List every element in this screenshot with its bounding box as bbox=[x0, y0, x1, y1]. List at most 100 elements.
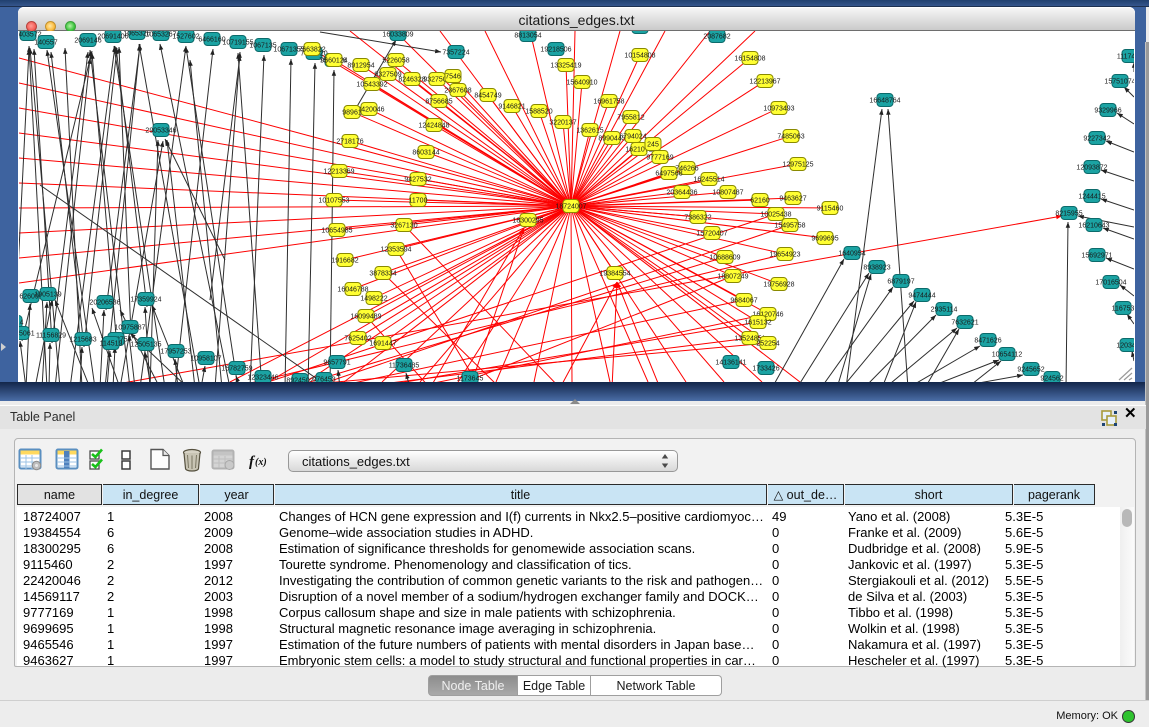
svg-text:12213369: 12213369 bbox=[323, 169, 354, 176]
svg-text:140557: 140557 bbox=[34, 40, 57, 47]
svg-text:17359924: 17359924 bbox=[130, 297, 161, 304]
svg-text:8454749: 8454749 bbox=[474, 93, 501, 100]
svg-text:1173645: 1173645 bbox=[457, 376, 484, 383]
svg-text:16033809: 16033809 bbox=[382, 32, 413, 39]
svg-text:98961: 98961 bbox=[342, 110, 362, 117]
svg-text:9657791: 9657791 bbox=[323, 360, 350, 367]
svg-text:8912954: 8912954 bbox=[347, 63, 374, 70]
svg-text:245: 245 bbox=[647, 142, 659, 149]
svg-text:14136141: 14136141 bbox=[715, 360, 746, 367]
svg-text:16245514: 16245514 bbox=[693, 177, 724, 184]
svg-text:8215955: 8215955 bbox=[1055, 211, 1082, 218]
svg-text:9427532: 9427532 bbox=[404, 177, 431, 184]
svg-text:15692971: 15692971 bbox=[1081, 253, 1112, 260]
svg-text:9660124: 9660124 bbox=[320, 58, 347, 65]
svg-text:1527602: 1527602 bbox=[172, 34, 199, 41]
svg-text:9329966: 9329966 bbox=[1094, 108, 1121, 115]
svg-text:976453: 976453 bbox=[312, 377, 335, 383]
svg-text:8813054: 8813054 bbox=[514, 33, 541, 40]
svg-text:1215683: 1215683 bbox=[69, 337, 96, 344]
svg-text:17957253: 17957253 bbox=[160, 349, 191, 356]
svg-text:10025438: 10025438 bbox=[760, 212, 791, 219]
svg-text:11700: 11700 bbox=[409, 198, 428, 205]
svg-text:12353594: 12353594 bbox=[380, 247, 411, 254]
svg-text:10654112: 10654112 bbox=[992, 352, 1023, 359]
svg-text:19218506: 19218506 bbox=[540, 47, 571, 54]
svg-text:2935114: 2935114 bbox=[931, 307, 958, 314]
svg-text:12975125: 12975125 bbox=[782, 162, 813, 169]
svg-text:10654985: 10654985 bbox=[321, 228, 352, 235]
svg-text:1691447: 1691447 bbox=[369, 341, 396, 348]
svg-text:16210643: 16210643 bbox=[1078, 223, 1109, 230]
svg-text:16648764: 16648764 bbox=[869, 98, 900, 105]
svg-text:18300295: 18300295 bbox=[512, 218, 543, 225]
svg-text:3220137: 3220137 bbox=[549, 120, 576, 127]
svg-text:15751074: 15751074 bbox=[1104, 79, 1134, 86]
svg-text:3267130: 3267130 bbox=[390, 223, 417, 230]
svg-text:7955812: 7955812 bbox=[617, 115, 644, 122]
svg-text:6497568: 6497568 bbox=[655, 171, 682, 178]
svg-text:10688609: 10688609 bbox=[709, 255, 740, 262]
svg-text:8924502: 8924502 bbox=[286, 378, 313, 383]
svg-text:924562: 924562 bbox=[1040, 376, 1063, 383]
svg-text:9777169: 9777169 bbox=[646, 155, 673, 162]
svg-text:13325419: 13325419 bbox=[550, 63, 581, 70]
svg-text:17016504: 17016504 bbox=[1095, 280, 1126, 287]
svg-text:11736485: 11736485 bbox=[389, 363, 420, 370]
svg-text:2367608: 2367608 bbox=[444, 88, 471, 95]
svg-text:114519: 114519 bbox=[100, 341, 123, 348]
svg-text:10154808: 10154808 bbox=[624, 53, 655, 60]
svg-text:1498222: 1498222 bbox=[360, 296, 387, 303]
svg-text:62160: 62160 bbox=[750, 198, 770, 205]
svg-text:16782759: 16782759 bbox=[221, 366, 252, 373]
svg-text:10973493: 10973493 bbox=[763, 106, 794, 113]
svg-text:4935061: 4935061 bbox=[19, 331, 35, 338]
svg-text:10807487: 10807487 bbox=[712, 190, 743, 197]
svg-text:15720407: 15720407 bbox=[696, 231, 727, 238]
svg-text:39114: 39114 bbox=[19, 320, 24, 327]
svg-text:9115460: 9115460 bbox=[817, 206, 844, 213]
svg-text:16046788: 16046788 bbox=[337, 287, 368, 294]
svg-text:1905139: 1905139 bbox=[34, 292, 61, 299]
svg-text:18724007: 18724007 bbox=[555, 204, 586, 211]
svg-text:1931425: 1931425 bbox=[626, 31, 653, 32]
svg-text:1733426: 1733426 bbox=[752, 366, 779, 373]
svg-text:5226058: 5226058 bbox=[382, 58, 409, 65]
svg-text:12093872: 12093872 bbox=[1076, 165, 1107, 172]
svg-text:12323446: 12323446 bbox=[247, 375, 278, 382]
svg-text:1244415: 1244415 bbox=[1078, 194, 1105, 201]
svg-text:8756685: 8756685 bbox=[425, 99, 452, 106]
svg-text:7546: 7546 bbox=[445, 74, 461, 81]
svg-text:7663822: 7663822 bbox=[298, 47, 325, 54]
svg-text:11156829: 11156829 bbox=[36, 333, 66, 340]
svg-text:16099489: 16099489 bbox=[350, 314, 381, 321]
svg-text:8603144: 8603144 bbox=[412, 150, 439, 157]
svg-text:10107553: 10107553 bbox=[318, 198, 349, 205]
svg-text:19756928: 19756928 bbox=[763, 282, 794, 289]
svg-text:3878334: 3878334 bbox=[369, 271, 396, 278]
svg-text:15640910: 15640910 bbox=[566, 80, 597, 87]
svg-text:19654923: 19654923 bbox=[769, 252, 800, 259]
svg-text:12424848: 12424848 bbox=[418, 123, 449, 130]
svg-text:12505135: 12505135 bbox=[130, 342, 161, 349]
svg-text:252254: 252254 bbox=[756, 341, 779, 348]
svg-text:2087682: 2087682 bbox=[703, 34, 730, 41]
svg-text:1640954: 1640954 bbox=[838, 251, 865, 258]
svg-text:9245652: 9245652 bbox=[1017, 367, 1044, 374]
svg-text:1588520: 1588520 bbox=[525, 109, 552, 116]
svg-text:1117484: 1117484 bbox=[1117, 54, 1134, 61]
svg-text:9684067: 9684067 bbox=[730, 298, 757, 305]
svg-text:29053346: 29053346 bbox=[145, 128, 176, 135]
svg-text:16154808: 16154808 bbox=[734, 56, 765, 63]
svg-text:9227342: 9227342 bbox=[1083, 136, 1110, 143]
svg-text:6879197: 6879197 bbox=[887, 279, 914, 286]
svg-text:120340: 120340 bbox=[1116, 343, 1134, 350]
svg-text:10958107: 10958107 bbox=[190, 356, 221, 363]
svg-text:7357224: 7357224 bbox=[442, 50, 469, 57]
svg-text:7632621: 7632621 bbox=[951, 320, 978, 327]
svg-text:12213967: 12213967 bbox=[749, 79, 780, 86]
svg-text:7625402: 7625402 bbox=[344, 336, 371, 343]
svg-text:1615132: 1615132 bbox=[744, 320, 771, 327]
svg-text:9699695: 9699695 bbox=[811, 236, 838, 243]
svg-text:9463627: 9463627 bbox=[779, 196, 806, 203]
